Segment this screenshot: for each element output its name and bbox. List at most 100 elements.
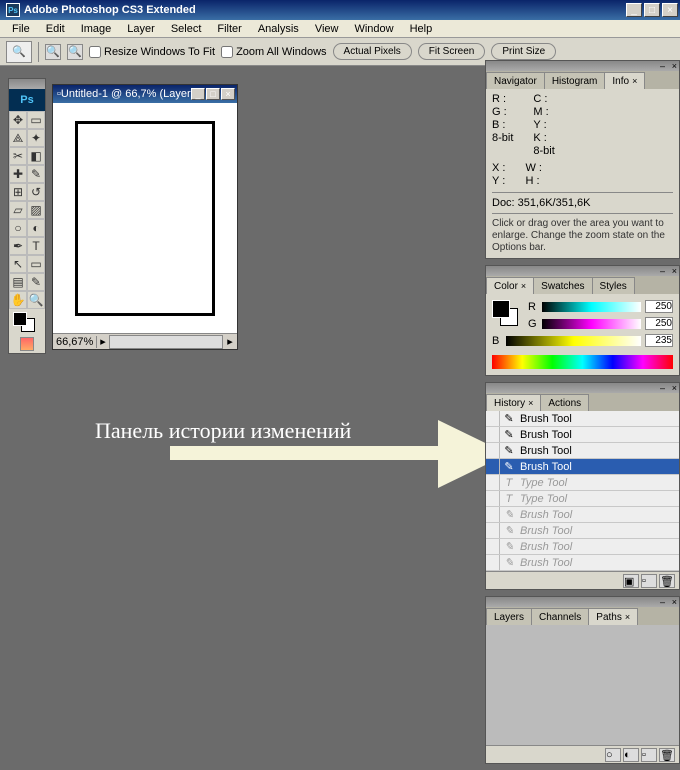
panel-close-icon[interactable]: ×	[672, 61, 677, 71]
doc-close-button[interactable]: ×	[221, 88, 235, 100]
tab-history[interactable]: History×	[486, 394, 541, 411]
b-input[interactable]	[645, 334, 673, 347]
history-visibility[interactable]	[486, 555, 500, 570]
menu-edit[interactable]: Edit	[38, 21, 73, 37]
move-tool[interactable]: ✥	[9, 111, 27, 129]
foreground-swatch[interactable]	[13, 312, 27, 326]
panel-grip[interactable]: –×	[486, 597, 679, 607]
history-visibility[interactable]	[486, 459, 500, 474]
collapse-icon[interactable]: –	[660, 383, 665, 393]
tab-styles[interactable]: Styles	[592, 277, 635, 294]
history-visibility[interactable]	[486, 523, 500, 538]
history-row[interactable]: ✎Brush Tool	[486, 411, 679, 427]
tab-layers[interactable]: Layers	[486, 608, 532, 625]
lasso-tool[interactable]: ⟁	[9, 129, 27, 147]
history-visibility[interactable]	[486, 491, 500, 506]
history-visibility[interactable]	[486, 475, 500, 490]
resize-windows-checkbox[interactable]	[89, 46, 101, 58]
gradient-tool[interactable]: ▨	[27, 201, 45, 219]
tab-paths[interactable]: Paths×	[588, 608, 638, 625]
color-swatches[interactable]	[9, 309, 45, 335]
trash-icon[interactable]: 🗑	[659, 574, 675, 588]
tab-channels[interactable]: Channels	[531, 608, 589, 625]
status-icon[interactable]: ▸	[97, 335, 109, 348]
history-row[interactable]: ✎Brush Tool	[486, 443, 679, 459]
heal-tool[interactable]: ✚	[9, 165, 27, 183]
menu-select[interactable]: Select	[163, 21, 210, 37]
history-row[interactable]: ✎Brush Tool	[486, 459, 679, 475]
print-size-button[interactable]: Print Size	[491, 43, 556, 60]
r-slider[interactable]	[542, 302, 641, 312]
menu-file[interactable]: File	[4, 21, 38, 37]
zoom-in-icon[interactable]: 🔍	[45, 44, 61, 60]
history-visibility[interactable]	[486, 427, 500, 442]
dodge-tool[interactable]: ◐	[27, 219, 45, 237]
tab-color[interactable]: Color×	[486, 277, 534, 294]
tab-actions[interactable]: Actions	[540, 394, 589, 411]
foot-icon[interactable]: ◐	[623, 748, 639, 762]
menu-window[interactable]: Window	[346, 21, 401, 37]
zoom-out-icon[interactable]: 🔍	[67, 44, 83, 60]
zoom-all-checkbox[interactable]	[221, 46, 233, 58]
history-brush-tool[interactable]: ↺	[27, 183, 45, 201]
panel-close-icon[interactable]: ×	[672, 266, 677, 276]
tab-navigator[interactable]: Navigator	[486, 72, 545, 89]
panel-grip[interactable]: –×	[486, 383, 679, 393]
menu-filter[interactable]: Filter	[209, 21, 249, 37]
panel-grip[interactable]: –×	[486, 61, 679, 71]
collapse-icon[interactable]: –	[660, 597, 665, 607]
marquee-tool[interactable]: ▭	[27, 111, 45, 129]
blur-tool[interactable]: ○	[9, 219, 27, 237]
r-input[interactable]	[645, 300, 673, 313]
trash-icon[interactable]: 🗑	[659, 748, 675, 762]
document-titlebar[interactable]: ▫ Untitled-1 @ 66,7% (Layer ... _ □ ×	[53, 85, 237, 103]
collapse-icon[interactable]: –	[660, 61, 665, 71]
maximize-button[interactable]: □	[644, 3, 660, 17]
g-slider[interactable]	[542, 319, 641, 329]
shape-tool[interactable]: ▭	[27, 255, 45, 273]
g-input[interactable]	[645, 317, 673, 330]
quick-mask-icon[interactable]	[20, 337, 34, 351]
doc-maximize-button[interactable]: □	[206, 88, 220, 100]
history-row[interactable]: ✎Brush Tool	[486, 507, 679, 523]
new-doc-icon[interactable]: ▫	[641, 574, 657, 588]
zoom-tool[interactable]: 🔍	[27, 291, 45, 309]
brush-tool[interactable]: ✎	[27, 165, 45, 183]
history-visibility[interactable]	[486, 411, 500, 426]
eyedropper-tool[interactable]: ✎	[27, 273, 45, 291]
menu-image[interactable]: Image	[73, 21, 120, 37]
history-row[interactable]: TType Tool	[486, 491, 679, 507]
foot-icon[interactable]: ○	[605, 748, 621, 762]
panel-grip[interactable]: –×	[486, 266, 679, 276]
hand-tool[interactable]: ✋	[9, 291, 27, 309]
panel-close-icon[interactable]: ×	[672, 383, 677, 393]
notes-tool[interactable]: ▤	[9, 273, 27, 291]
tool-preset-picker[interactable]: 🔍	[6, 41, 32, 63]
menu-analysis[interactable]: Analysis	[250, 21, 307, 37]
path-tool[interactable]: ↖	[9, 255, 27, 273]
toolbox-grip[interactable]	[9, 79, 45, 89]
eraser-tool[interactable]: ▱	[9, 201, 27, 219]
minimize-button[interactable]: _	[626, 3, 642, 17]
history-row[interactable]: ✎Brush Tool	[486, 523, 679, 539]
menu-help[interactable]: Help	[402, 21, 441, 37]
history-row[interactable]: ✎Brush Tool	[486, 555, 679, 571]
crop-tool[interactable]: ✂	[9, 147, 27, 165]
panel-fg-swatch[interactable]	[492, 300, 510, 318]
zoom-level[interactable]: 66,67%	[53, 336, 97, 348]
pen-tool[interactable]: ✒	[9, 237, 27, 255]
close-button[interactable]: ×	[662, 3, 678, 17]
history-visibility[interactable]	[486, 443, 500, 458]
actual-pixels-button[interactable]: Actual Pixels	[333, 43, 412, 60]
canvas-area[interactable]	[53, 103, 237, 333]
slice-tool[interactable]: ◧	[27, 147, 45, 165]
type-tool[interactable]: T	[27, 237, 45, 255]
new-snapshot-icon[interactable]: ▣	[623, 574, 639, 588]
history-row[interactable]: ✎Brush Tool	[486, 539, 679, 555]
history-row[interactable]: TType Tool	[486, 475, 679, 491]
wand-tool[interactable]: ✦	[27, 129, 45, 147]
h-scrollbar[interactable]	[109, 335, 223, 349]
fit-screen-button[interactable]: Fit Screen	[418, 43, 486, 60]
tab-info[interactable]: Info×	[604, 72, 645, 89]
menu-view[interactable]: View	[307, 21, 347, 37]
